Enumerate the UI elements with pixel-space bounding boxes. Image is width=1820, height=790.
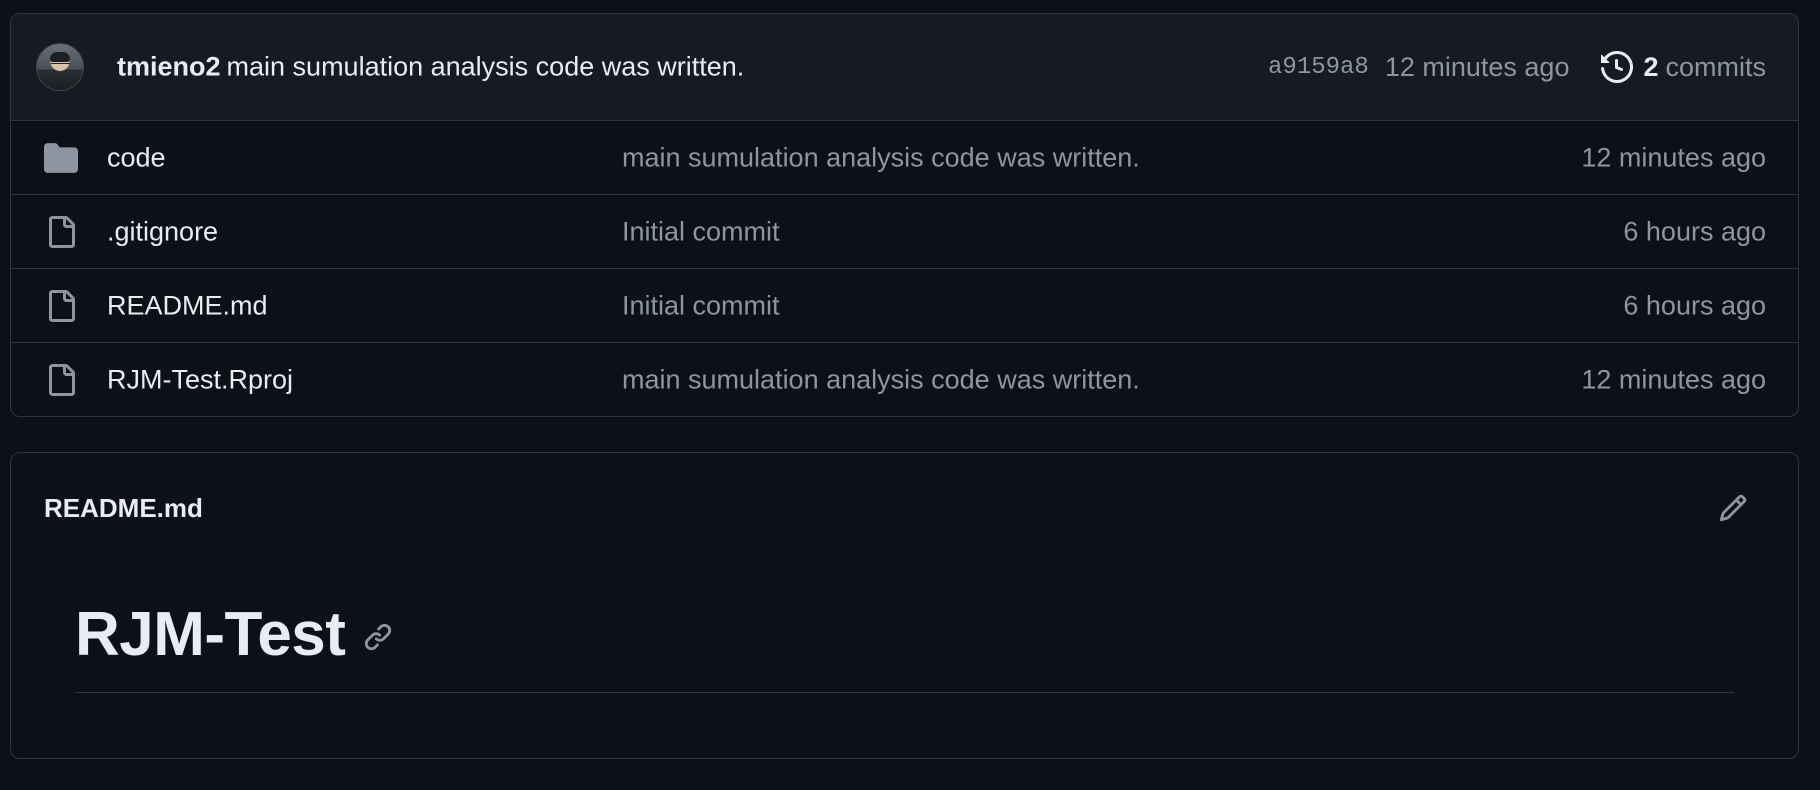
latest-commit-bar: tmieno2 main sumulation analysis code was… <box>11 14 1798 121</box>
pencil-icon[interactable] <box>1716 491 1750 525</box>
file-commit-time: 6 hours ago <box>1623 290 1766 320</box>
file-commit-message-link[interactable]: Initial commit <box>622 290 780 321</box>
readme-h1: RJM-Test <box>75 600 346 669</box>
commit-sha-link[interactable]: a9159a8 <box>1268 54 1369 81</box>
link-icon[interactable] <box>363 622 393 657</box>
file-commit-time: 12 minutes ago <box>1581 142 1766 172</box>
file-icon <box>44 289 78 323</box>
file-name-link[interactable]: code <box>107 142 166 173</box>
commit-message-link[interactable]: main sumulation analysis code was writte… <box>227 52 745 82</box>
readme-heading: RJM-Test <box>75 599 393 670</box>
file-name-link[interactable]: RJM-Test.Rproj <box>107 365 293 396</box>
file-commit-message-link[interactable]: main sumulation analysis code was writte… <box>622 142 1140 173</box>
file-name-link[interactable]: .gitignore <box>107 216 218 247</box>
history-icon <box>1601 51 1634 83</box>
commit-history-link[interactable]: 2 commits <box>1601 51 1766 83</box>
file-row[interactable]: README.md Initial commit 6 hours ago <box>11 269 1798 343</box>
file-commit-time: 12 minutes ago <box>1581 364 1766 395</box>
file-icon <box>44 215 78 249</box>
folder-icon <box>44 141 78 175</box>
commit-time: 12 minutes ago <box>1384 51 1570 82</box>
file-row[interactable]: .gitignore Initial commit 6 hours ago <box>11 195 1798 269</box>
file-row[interactable]: RJM-Test.Rproj main sumulation analysis … <box>11 343 1798 416</box>
commit-count: 2 <box>1643 51 1659 82</box>
file-row[interactable]: code main sumulation analysis code was w… <box>11 121 1798 195</box>
avatar[interactable] <box>36 43 84 91</box>
file-list: tmieno2 main sumulation analysis code was… <box>10 13 1799 417</box>
commit-count-label: commits <box>1665 51 1767 82</box>
file-commit-message-link[interactable]: Initial commit <box>622 216 780 247</box>
file-icon <box>44 363 78 397</box>
commit-meta: a9159a8 12 minutes ago 2 commits <box>1268 51 1766 83</box>
readme-filename-link[interactable]: README.md <box>44 493 203 524</box>
readme-panel: README.md RJM-Test <box>10 452 1799 759</box>
commit-author-link[interactable]: tmieno2 <box>117 52 221 82</box>
file-name-link[interactable]: README.md <box>107 290 268 321</box>
file-commit-message-link[interactable]: main sumulation analysis code was writte… <box>622 365 1140 396</box>
file-commit-time: 6 hours ago <box>1623 216 1766 246</box>
heading-divider <box>75 692 1734 693</box>
latest-commit-summary: tmieno2 main sumulation analysis code was… <box>117 52 744 83</box>
